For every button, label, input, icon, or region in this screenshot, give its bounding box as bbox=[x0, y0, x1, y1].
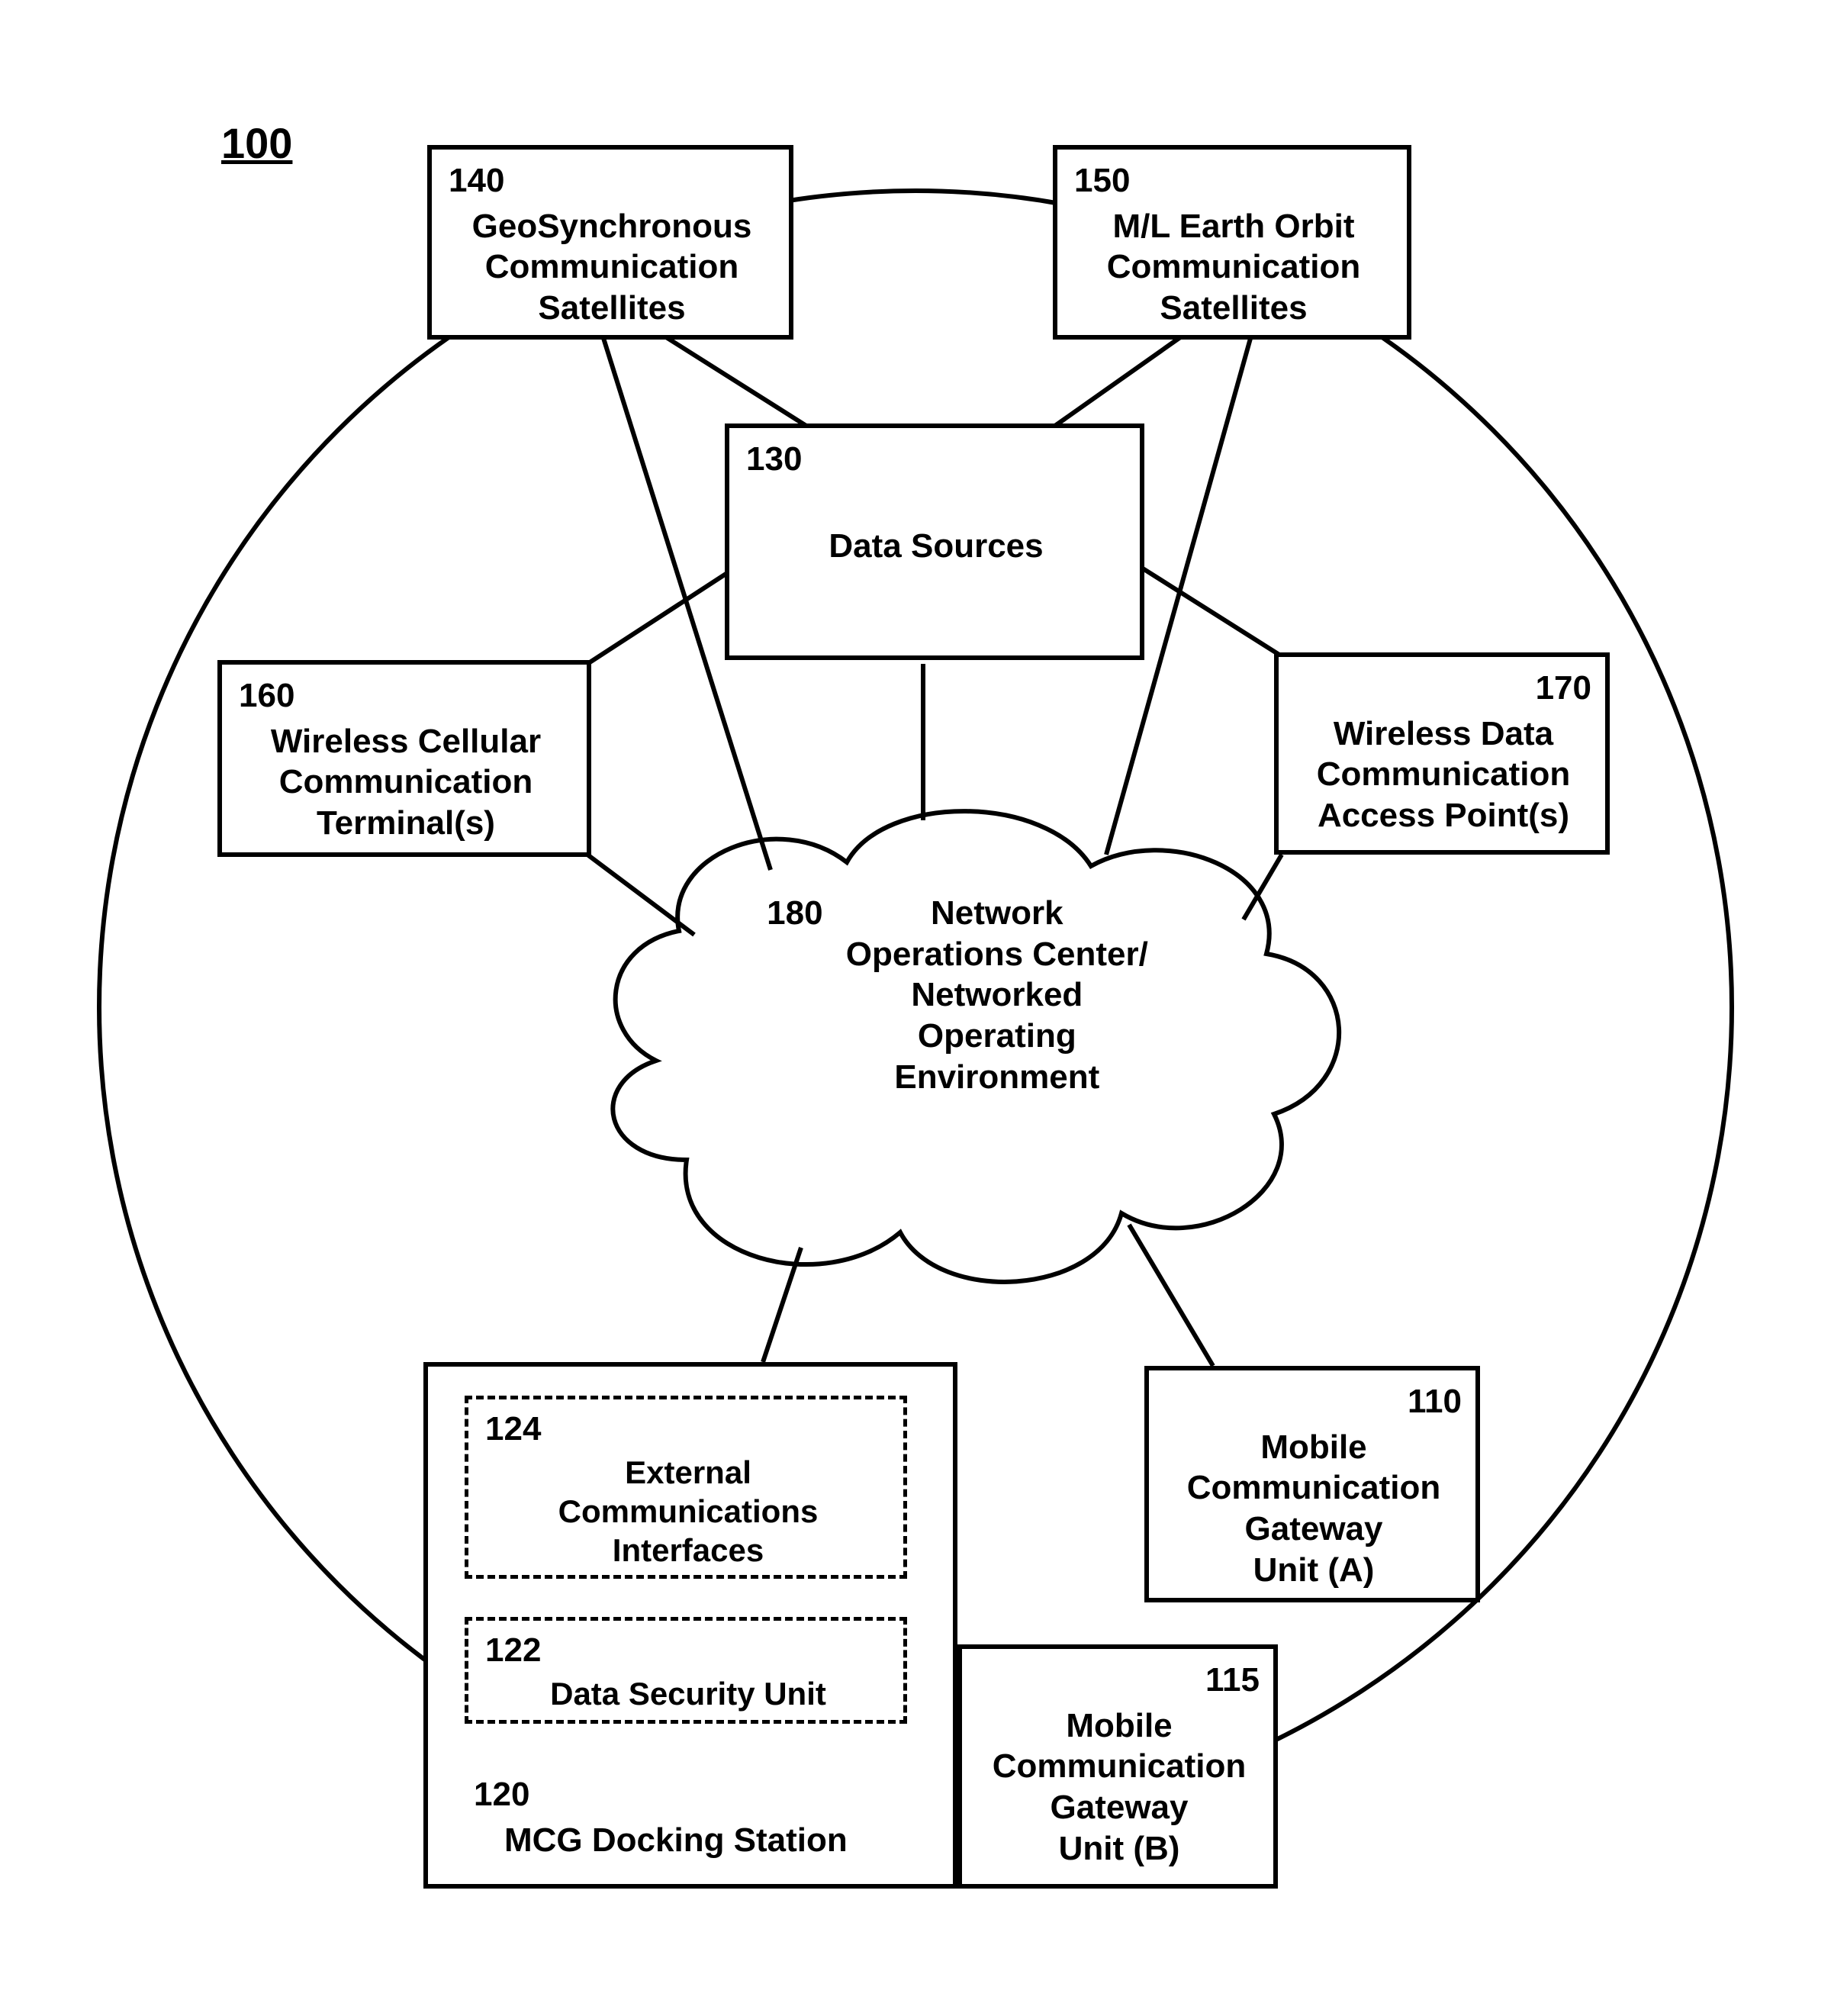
box-data-security-unit: 122 Data Security Unit bbox=[465, 1617, 907, 1724]
box-mcg-docking-station: 124 External Communications Interfaces 1… bbox=[423, 1362, 957, 1889]
box-number: 115 bbox=[979, 1660, 1260, 1701]
cloud-network-ops-center: 180 Network Operations Center/ Networked… bbox=[751, 893, 1163, 1097]
box-label: Wireless Cellular Communication Terminal… bbox=[239, 721, 573, 844]
box-number: 150 bbox=[1074, 160, 1393, 201]
box-number: 140 bbox=[449, 160, 775, 201]
box-label: MCG Docking Station bbox=[504, 1820, 848, 1861]
cloud-number: 180 bbox=[767, 893, 822, 934]
box-number: 130 bbox=[746, 439, 1126, 480]
box-data-sources: 130 Data Sources bbox=[725, 423, 1144, 660]
box-external-comm-interfaces: 124 External Communications Interfaces bbox=[465, 1396, 907, 1579]
figure-id: 100 bbox=[221, 118, 292, 168]
cloud-label-text: Network Operations Center/ Networked Ope… bbox=[846, 893, 1148, 1097]
box-wireless-data-access-points: 170 Wireless Data Communication Access P… bbox=[1274, 652, 1610, 855]
box-wireless-cellular-terminals: 160 Wireless Cellular Communication Term… bbox=[217, 660, 591, 857]
box-label: Data Sources bbox=[746, 526, 1126, 567]
box-label: Wireless Data Communication Access Point… bbox=[1295, 713, 1591, 836]
box-mobile-gateway-b: 115 Mobile Communication Gateway Unit (B… bbox=[957, 1644, 1278, 1889]
box-number: 124 bbox=[485, 1409, 891, 1450]
box-geo-sync-satellites: 140 GeoSynchronous Communication Satelli… bbox=[427, 145, 793, 340]
box-ml-earth-orbit-satellites: 150 M/L Earth Orbit Communication Satell… bbox=[1053, 145, 1411, 340]
box-label: Mobile Communication Gateway Unit (A) bbox=[1166, 1427, 1462, 1591]
diagram-canvas: 100 140 GeoSynchronous Communication Sat… bbox=[0, 0, 1847, 2016]
box-label: Mobile Communication Gateway Unit (B) bbox=[979, 1705, 1260, 1869]
box-number: 170 bbox=[1295, 668, 1591, 709]
box-number: 160 bbox=[239, 675, 573, 717]
box-label: M/L Earth Orbit Communication Satellites bbox=[1074, 206, 1393, 329]
box-mobile-gateway-a: 110 Mobile Communication Gateway Unit (A… bbox=[1144, 1366, 1480, 1602]
box-label: GeoSynchronous Communication Satellites bbox=[449, 206, 775, 329]
box-number: 122 bbox=[485, 1630, 541, 1671]
box-number: 110 bbox=[1166, 1381, 1462, 1422]
box-label: Data Security Unit bbox=[485, 1674, 891, 1713]
box-number: 120 bbox=[474, 1774, 529, 1815]
box-label: External Communications Interfaces bbox=[485, 1453, 891, 1570]
